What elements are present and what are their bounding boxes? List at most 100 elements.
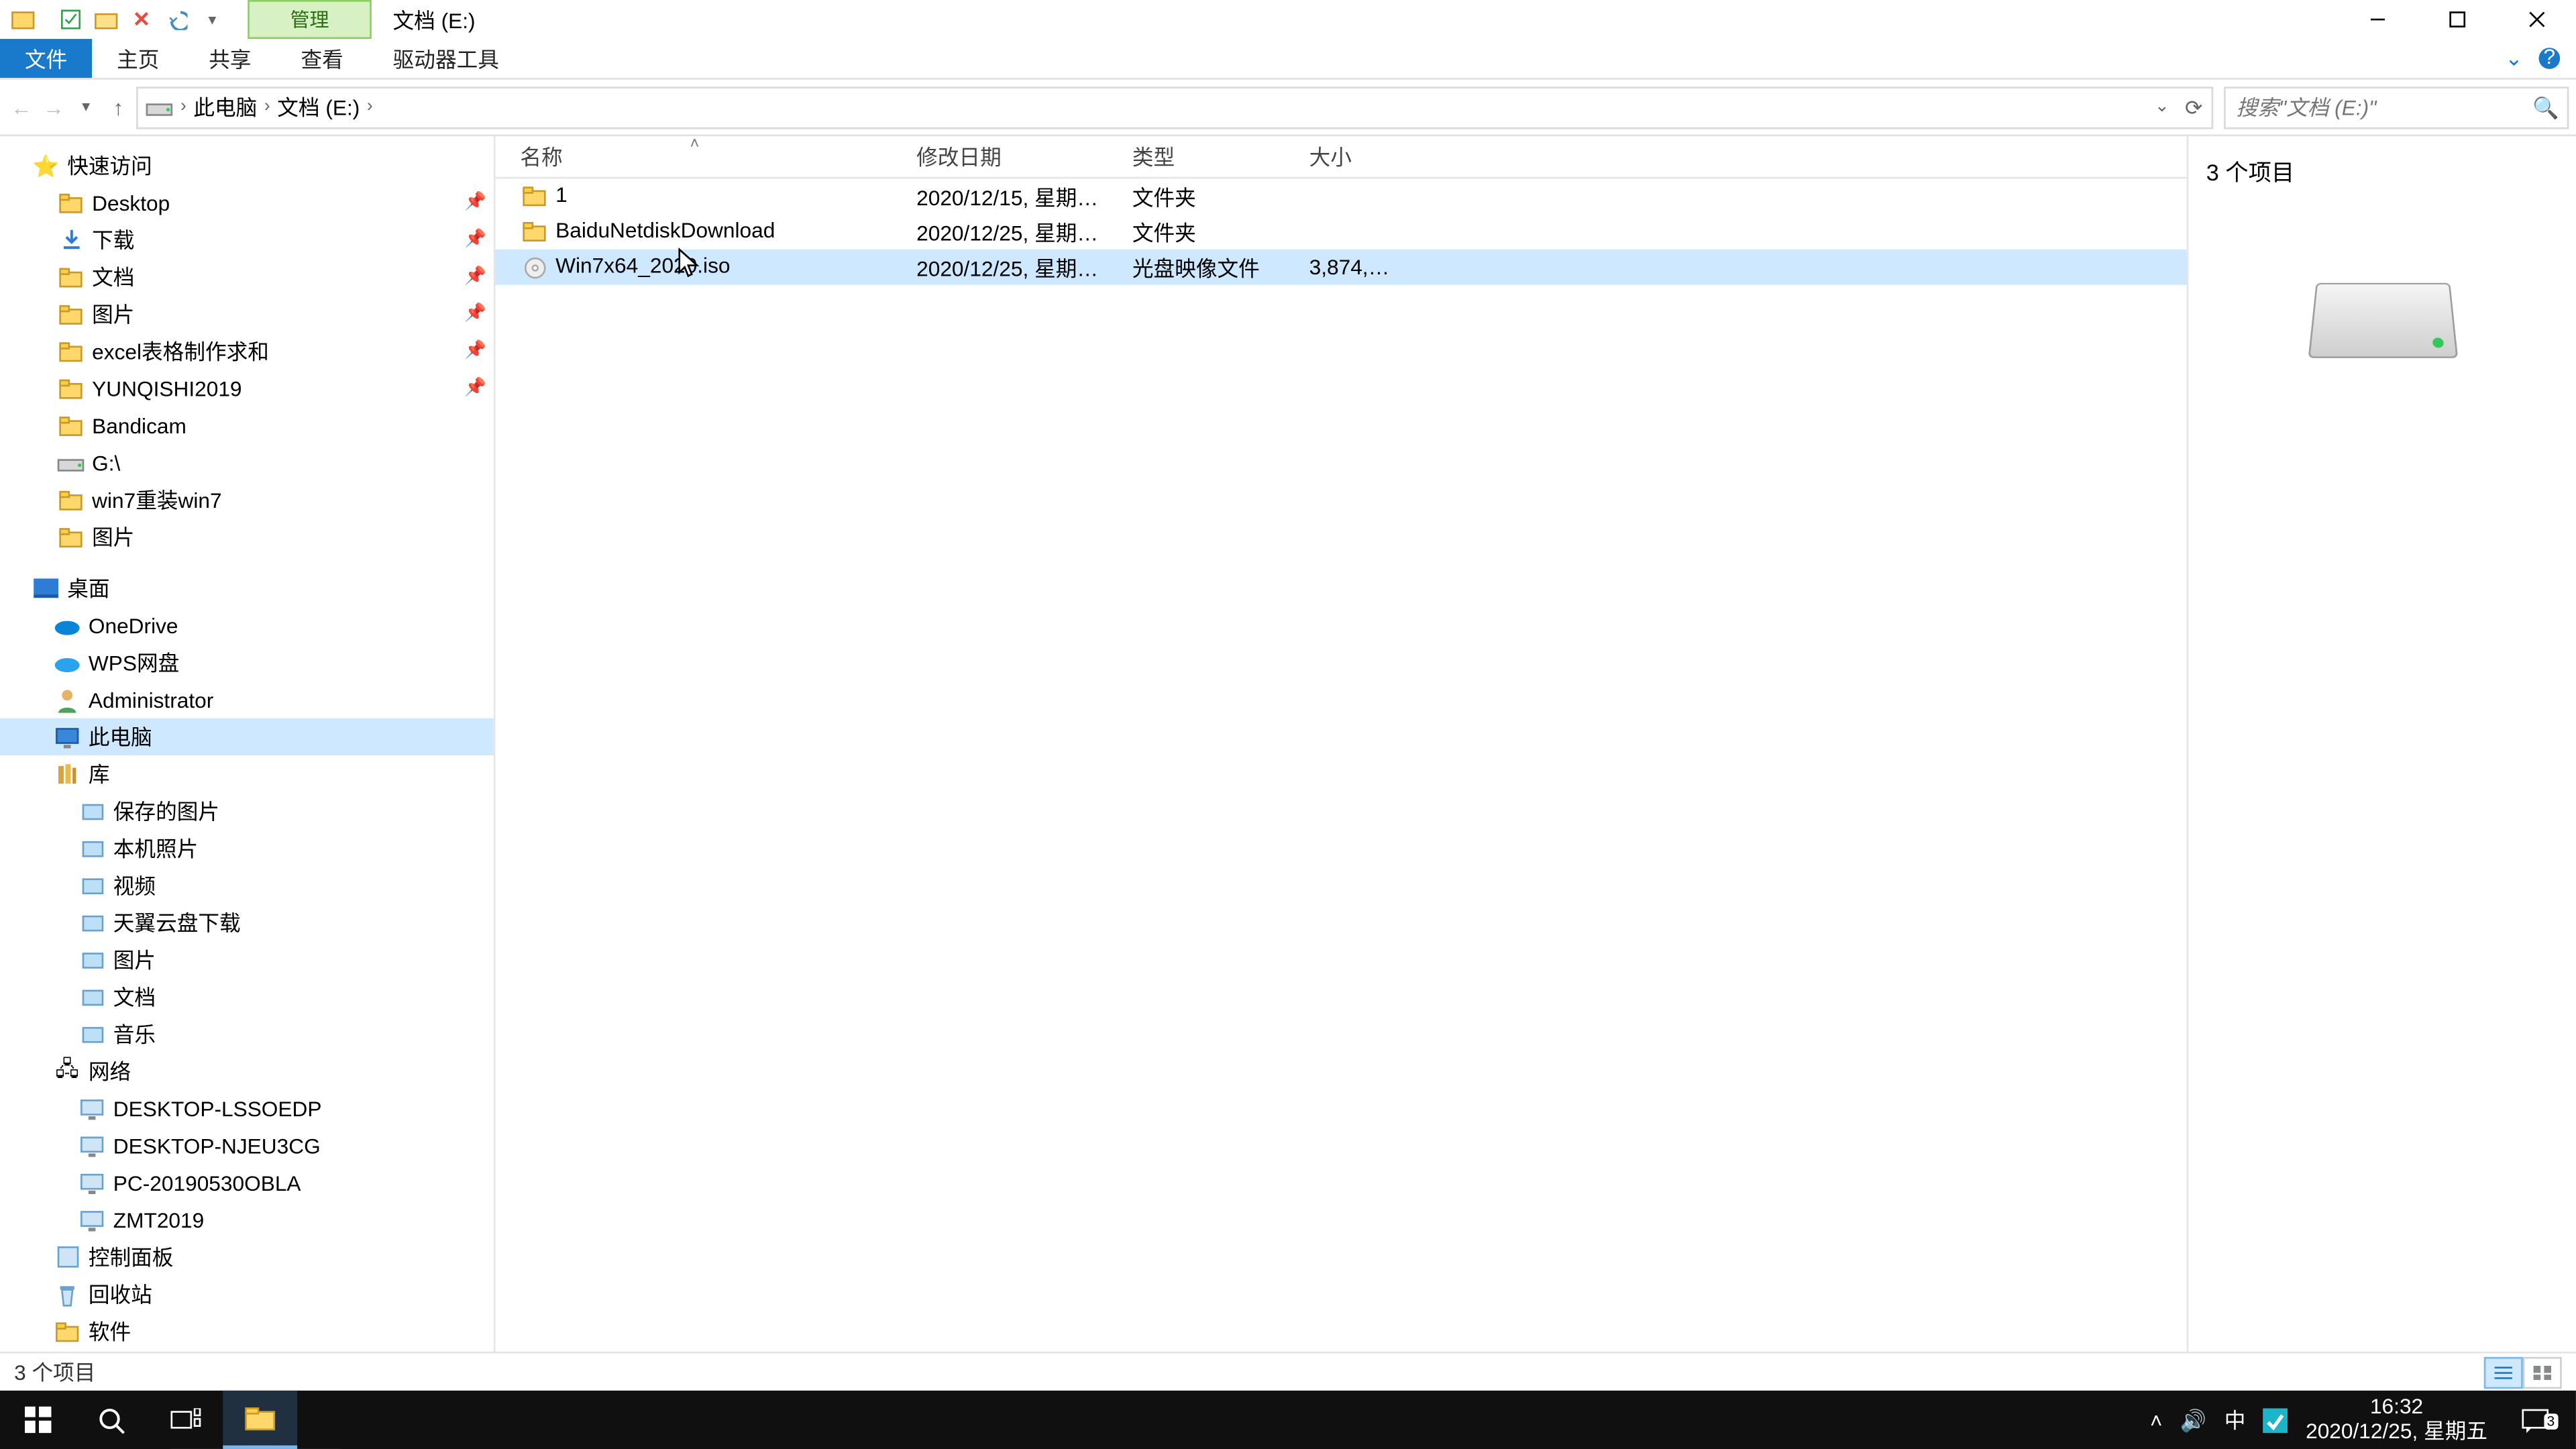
- file-row[interactable]: 1 2020/12/15, 星期二 1... 文件夹: [495, 178, 2186, 214]
- tree-network[interactable]: 🖧 网络: [0, 1053, 494, 1089]
- tree-pinned-item[interactable]: excel表格制作求和 📌: [0, 333, 494, 370]
- breadcrumb-chevron-icon[interactable]: ›: [364, 97, 376, 117]
- cell-name: Win7x64_2020.iso: [495, 253, 892, 281]
- tree-library-item[interactable]: 图片: [0, 941, 494, 978]
- qat-customize-icon[interactable]: ▾: [200, 7, 225, 32]
- pin-icon: 📌: [464, 305, 486, 324]
- nav-up-button[interactable]: ↑: [104, 86, 133, 128]
- folder-blue-icon: [56, 300, 85, 328]
- column-size[interactable]: 大小: [1285, 142, 1409, 172]
- breadcrumb-chevron-icon[interactable]: ›: [177, 97, 190, 117]
- qat-new-folder-icon[interactable]: [94, 7, 119, 32]
- tree-library-item[interactable]: 音乐: [0, 1016, 494, 1053]
- user-icon: [53, 686, 81, 714]
- tray-app-icon[interactable]: [2263, 1407, 2288, 1432]
- tree-label: Desktop: [92, 191, 170, 215]
- navigation-bar: ← → ▾ ↑ › 此电脑 › 文档 (E:) › ⌄ ⟳ 🔍: [0, 80, 2576, 136]
- tree-network-pc[interactable]: DESKTOP-NJEU3CG: [0, 1127, 494, 1164]
- tree-item[interactable]: 库: [0, 755, 494, 792]
- qat-undo-icon[interactable]: [164, 7, 189, 32]
- tree-item[interactable]: 控制面板: [0, 1238, 494, 1275]
- cell-name: 1: [495, 182, 892, 211]
- taskbar-clock[interactable]: 16:32 2020/12/25, 星期五: [2306, 1397, 2487, 1444]
- tree-item[interactable]: Administrator: [0, 681, 494, 718]
- tree-pinned-item[interactable]: 图片 📌: [0, 295, 494, 332]
- tree-library-item[interactable]: 视频: [0, 867, 494, 904]
- folder-blue-icon: [56, 263, 85, 291]
- ribbon-tab-view[interactable]: 查看: [276, 39, 368, 78]
- ribbon-expand-icon[interactable]: ⌄: [2505, 46, 2523, 71]
- qat-delete-icon[interactable]: ✕: [129, 7, 154, 32]
- minimize-button[interactable]: [2337, 0, 2417, 39]
- tree-network-pc[interactable]: DESKTOP-LSSOEDP: [0, 1090, 494, 1127]
- tree-label: 图片: [92, 522, 134, 552]
- breadcrumb-chevron-icon[interactable]: ›: [261, 97, 274, 117]
- status-item-count: 3 个项目: [14, 1357, 95, 1387]
- tree-item[interactable]: 回收站: [0, 1275, 494, 1312]
- taskbar-file-explorer[interactable]: [223, 1391, 297, 1449]
- close-button[interactable]: [2496, 0, 2576, 39]
- refresh-button[interactable]: ⟳: [2180, 95, 2208, 119]
- task-view-button[interactable]: [149, 1391, 223, 1449]
- ribbon-tab-home[interactable]: 主页: [92, 39, 184, 78]
- view-details-button[interactable]: [2484, 1356, 2523, 1387]
- tree-library-item[interactable]: 文档: [0, 978, 494, 1015]
- search-box[interactable]: 🔍: [2224, 86, 2569, 128]
- action-center-button[interactable]: 3: [2505, 1407, 2565, 1432]
- search-icon[interactable]: 🔍: [2524, 95, 2567, 119]
- tree-recent-item[interactable]: Bandicam: [0, 407, 494, 444]
- tree-network-pc[interactable]: PC-20190530OBLA: [0, 1164, 494, 1201]
- nav-back-button[interactable]: ←: [7, 86, 36, 128]
- column-date[interactable]: 修改日期: [892, 142, 1108, 172]
- ribbon-context-tab-manage[interactable]: 管理: [248, 0, 372, 39]
- taskbar-search-button[interactable]: [74, 1391, 149, 1449]
- tree-library-item[interactable]: 保存的图片: [0, 793, 494, 830]
- tree-library-item[interactable]: 本机照片: [0, 830, 494, 867]
- library-item-icon: [78, 834, 106, 862]
- tree-pinned-item[interactable]: Desktop 📌: [0, 184, 494, 221]
- ribbon-tab-drivetools[interactable]: 驱动器工具: [368, 39, 524, 78]
- start-button[interactable]: [0, 1391, 74, 1449]
- column-type[interactable]: 类型: [1108, 142, 1285, 172]
- file-row[interactable]: Win7x64_2020.iso 2020/12/25, 星期五 1... 光盘…: [495, 250, 2186, 285]
- tree-recent-item[interactable]: G:\: [0, 444, 494, 481]
- tree-network-pc[interactable]: ZMT2019: [0, 1201, 494, 1238]
- tree-recent-item[interactable]: win7重装win7: [0, 481, 494, 518]
- maximize-button[interactable]: [2417, 0, 2497, 39]
- tree-label: excel表格制作求和: [92, 336, 269, 366]
- ribbon-tab-share[interactable]: 共享: [184, 39, 276, 78]
- library-item-icon: [78, 983, 106, 1011]
- folder-icon: [56, 337, 85, 365]
- help-icon[interactable]: ?: [2537, 46, 2562, 71]
- tree-desktop[interactable]: 桌面: [0, 570, 494, 606]
- window-title: 文档 (E:): [372, 0, 496, 39]
- nav-recent-dropdown[interactable]: ▾: [72, 86, 101, 128]
- nav-forward-button[interactable]: →: [40, 86, 68, 128]
- tree-label: DESKTOP-NJEU3CG: [113, 1133, 321, 1158]
- tree-item[interactable]: 软件: [0, 1313, 494, 1350]
- tree-library-item[interactable]: 天翼云盘下载: [0, 904, 494, 941]
- folder-icon: [56, 523, 85, 551]
- tree-quick-access[interactable]: ⭐ 快速访问: [0, 147, 494, 184]
- address-bar[interactable]: › 此电脑 › 文档 (E:) › ⌄ ⟳: [136, 86, 2213, 128]
- qat-properties-icon[interactable]: [58, 7, 83, 32]
- tree-recent-item[interactable]: 图片: [0, 519, 494, 555]
- tree-pinned-item[interactable]: YUNQISHI2019 📌: [0, 370, 494, 407]
- tree-item[interactable]: 此电脑: [0, 718, 494, 755]
- cell-type: 文件夹: [1108, 217, 1285, 247]
- search-input[interactable]: [2226, 95, 2525, 119]
- tree-pinned-item[interactable]: 文档 📌: [0, 258, 494, 295]
- ribbon-tab-file[interactable]: 文件: [0, 39, 92, 78]
- tree-item[interactable]: WPS网盘: [0, 644, 494, 681]
- navigation-tree[interactable]: ⭐ 快速访问 Desktop 📌 下载 📌 文档 📌 图片 📌 excel表格制…: [0, 136, 495, 1352]
- breadcrumb-this-pc[interactable]: 此电脑: [193, 92, 257, 122]
- view-large-icons-button[interactable]: [2523, 1356, 2562, 1387]
- volume-icon[interactable]: 🔊: [2180, 1407, 2206, 1432]
- ime-indicator[interactable]: 中: [2224, 1405, 2246, 1435]
- breadcrumb-drive[interactable]: 文档 (E:): [277, 92, 360, 122]
- tree-item[interactable]: OneDrive: [0, 607, 494, 644]
- tree-pinned-item[interactable]: 下载 📌: [0, 221, 494, 258]
- tray-overflow-icon[interactable]: ˄: [2150, 1407, 2163, 1432]
- address-history-dropdown[interactable]: ⌄: [2148, 97, 2176, 117]
- file-row[interactable]: BaiduNetdiskDownload 2020/12/25, 星期五 1..…: [495, 214, 2186, 250]
